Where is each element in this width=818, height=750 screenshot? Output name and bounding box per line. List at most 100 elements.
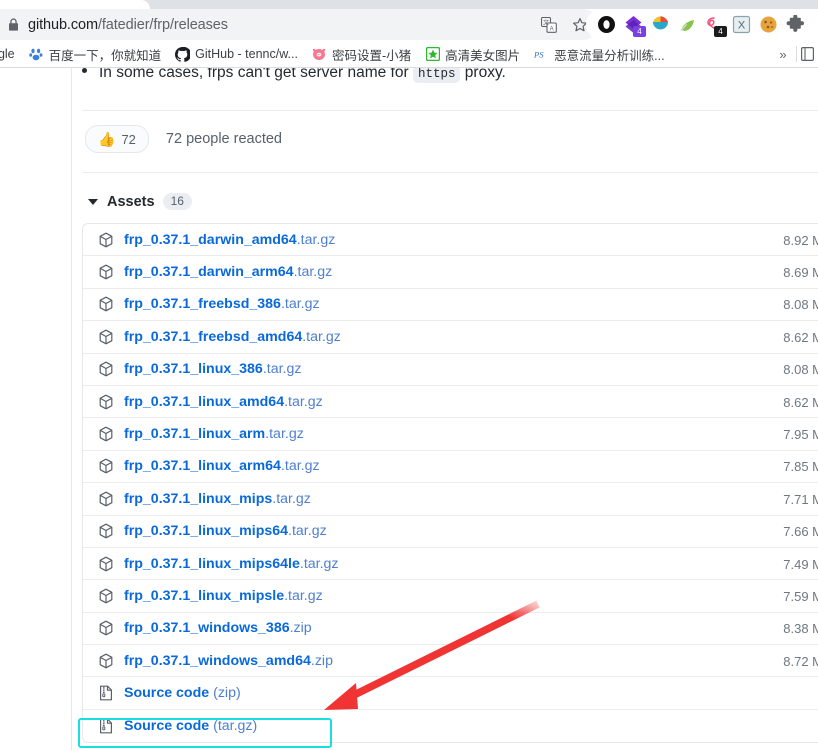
pig-icon	[312, 47, 327, 62]
bookmark-label: 恶意流量分析训练...	[554, 48, 665, 63]
extension-purple-diamond-icon[interactable]: 4	[623, 15, 646, 37]
caret-down-icon[interactable]	[88, 198, 98, 205]
bookmark-password-settings[interactable]: 密码设置-小猪	[305, 43, 418, 65]
asset-extension: .tar.gz	[280, 296, 320, 313]
assets-list: frp_0.37.1_darwin_amd64.tar.gz8.92 Mfrp_…	[82, 223, 818, 744]
asset-filename: frp_0.37.1_linux_386	[124, 361, 263, 378]
asset-size: 7.71 M	[783, 491, 818, 507]
asset-row[interactable]: frp_0.37.1_linux_mipsle.tar.gz 7.59 M	[83, 580, 818, 613]
extension-colorful-drop-icon[interactable]	[650, 15, 670, 35]
asset-size: 8.08 M	[783, 362, 818, 378]
asset-link[interactable]: Source code (tar.gz)	[124, 718, 257, 734]
asset-extension: (tar.gz)	[209, 718, 258, 735]
asset-extension: .tar.gz	[265, 426, 304, 443]
asset-extension: .tar.gz	[293, 264, 333, 281]
extension-x-square-icon[interactable]: X	[731, 15, 751, 35]
asset-row[interactable]: Source code (zip)	[83, 677, 818, 710]
asset-link[interactable]: frp_0.37.1_linux_mipsle.tar.gz	[124, 588, 323, 604]
asset-link[interactable]: frp_0.37.1_windows_amd64.zip	[124, 653, 333, 669]
asset-size: 8.92 M	[783, 232, 818, 248]
asset-extension: .tar.gz	[280, 458, 320, 475]
asset-link[interactable]: frp_0.37.1_darwin_arm64.tar.gz	[124, 264, 332, 280]
lock-icon	[6, 18, 20, 32]
asset-extension: .tar.gz	[296, 231, 336, 248]
asset-filename: frp_0.37.1_linux_arm64	[124, 458, 281, 475]
asset-link[interactable]: frp_0.37.1_linux_arm64.tar.gz	[124, 458, 320, 474]
asset-filename: frp_0.37.1_freebsd_amd64	[124, 328, 303, 345]
asset-link[interactable]: frp_0.37.1_darwin_amd64.tar.gz	[124, 232, 335, 248]
asset-filename: frp_0.37.1_linux_arm	[124, 426, 266, 443]
asset-filename: frp_0.37.1_windows_amd64	[124, 652, 311, 669]
asset-row[interactable]: frp_0.37.1_linux_386.tar.gz 8.08 M	[83, 354, 818, 386]
asset-row[interactable]: frp_0.37.1_freebsd_386.tar.gz 8.08 M	[83, 289, 818, 322]
package-icon	[97, 264, 114, 281]
extension-black-ring-icon[interactable]	[596, 15, 616, 35]
asset-row[interactable]: frp_0.37.1_darwin_arm64.tar.gz 8.69 M	[83, 256, 818, 289]
asset-row[interactable]: frp_0.37.1_windows_386.zip 8.38 M	[83, 613, 818, 646]
asset-filename: frp_0.37.1_windows_386	[124, 620, 290, 637]
asset-row[interactable]: frp_0.37.1_freebsd_amd64.tar.gz 8.62 M	[83, 321, 818, 354]
bookmark-hd-images[interactable]: 高清美女图片	[418, 43, 527, 65]
bookmark-google[interactable]: ogle	[0, 43, 22, 65]
reaction-thumbsup-button[interactable]: 👍 72	[85, 125, 149, 153]
extension-badge: 4	[633, 25, 646, 37]
asset-row[interactable]: frp_0.37.1_linux_arm.tar.gz 7.95 M	[83, 418, 818, 451]
reaction-count: 72	[121, 131, 136, 147]
asset-row[interactable]: frp_0.37.1_linux_mips64le.tar.gz 7.49 M	[83, 548, 818, 581]
active-tab[interactable]	[0, 0, 150, 9]
extension-cookie-icon[interactable]	[758, 15, 778, 35]
timeline-rail	[71, 68, 72, 750]
asset-link[interactable]: frp_0.37.1_linux_mips.tar.gz	[124, 491, 311, 507]
asset-link[interactable]: frp_0.37.1_linux_amd64.tar.gz	[124, 394, 323, 410]
asset-row[interactable]: frp_0.37.1_windows_amd64.zip 8.72 M	[83, 645, 818, 678]
asset-link[interactable]: frp_0.37.1_freebsd_amd64.tar.gz	[124, 329, 341, 345]
package-icon	[97, 328, 114, 345]
asset-row[interactable]: frp_0.37.1_darwin_amd64.tar.gz 8.92 M	[83, 224, 818, 257]
file-zip-icon	[97, 685, 114, 702]
release-note-bullet: In some cases, frps can't get server nam…	[82, 68, 722, 83]
asset-row[interactable]: frp_0.37.1_linux_amd64.tar.gz 8.62 M	[83, 386, 818, 419]
assets-header[interactable]: Assets 16	[88, 193, 192, 210]
asset-row[interactable]: frp_0.37.1_linux_mips64.tar.gz 7.66 M	[83, 516, 818, 548]
asset-link[interactable]: frp_0.37.1_freebsd_386.tar.gz	[124, 296, 320, 312]
extension-green-leaf-icon[interactable]	[677, 15, 697, 35]
asset-size: 7.49 M	[783, 556, 818, 572]
asset-filename: frp_0.37.1_linux_mips64	[124, 523, 289, 540]
assets-count-badge: 16	[162, 193, 192, 210]
extension-puzzle-piece-icon[interactable]	[785, 15, 805, 35]
asset-link[interactable]: frp_0.37.1_linux_386.tar.gz	[124, 361, 301, 377]
bookmark-traffic-analysis[interactable]: PS 恶意流量分析训练...	[527, 43, 671, 65]
asset-link[interactable]: frp_0.37.1_linux_mips64le.tar.gz	[124, 556, 339, 572]
asset-row[interactable]: frp_0.37.1_linux_arm64.tar.gz 7.85 M	[83, 451, 818, 484]
asset-size: 8.08 M	[783, 297, 818, 313]
address-bar[interactable]: github.com/fatedier/frp/releases 文 A	[0, 9, 598, 40]
assets-title: Assets	[107, 193, 155, 210]
svg-text:X: X	[737, 20, 745, 32]
asset-link[interactable]: frp_0.37.1_linux_mips64.tar.gz	[124, 523, 327, 539]
bookmark-github-tennc[interactable]: GitHub - tennc/w...	[168, 43, 305, 65]
asset-extension: .tar.gz	[272, 490, 311, 507]
bookmarks-bar: ogle 百度一下，你就知道 GitHub - tennc/w... 密码设置-…	[0, 40, 818, 68]
asset-filename: Source code	[124, 685, 210, 702]
asset-link[interactable]: frp_0.37.1_linux_arm.tar.gz	[124, 426, 304, 442]
bookmark-baidu[interactable]: 百度一下，你就知道	[22, 43, 169, 65]
asset-link[interactable]: frp_0.37.1_windows_386.zip	[124, 620, 312, 636]
browser-window: github.com/fatedier/frp/releases 文 A 4 4…	[0, 0, 818, 750]
page-content: In some cases, frps can't get server nam…	[0, 68, 818, 750]
asset-size: 7.59 M	[783, 588, 818, 604]
url-host: github.com	[28, 16, 98, 33]
bookmarks-overflow-button[interactable]: »	[774, 45, 792, 63]
divider-above-reactions	[82, 110, 818, 111]
asset-row[interactable]: Source code (tar.gz)	[83, 710, 818, 742]
asset-filename: frp_0.37.1_darwin_arm64	[124, 264, 294, 281]
asset-link[interactable]: Source code (zip)	[124, 685, 241, 701]
translate-icon[interactable]: 文 A	[540, 16, 557, 33]
asset-row[interactable]: frp_0.37.1_linux_mips.tar.gz 7.71 M	[83, 483, 818, 516]
asset-extension: .zip	[310, 652, 333, 669]
extensions-toolbar: 4 4 X	[586, 9, 818, 40]
extension-red-loop-icon[interactable]: 4	[704, 15, 727, 37]
file-zip-icon	[97, 718, 114, 735]
reading-list-icon[interactable]	[799, 45, 816, 63]
package-icon	[97, 523, 114, 540]
asset-size: 7.95 M	[783, 427, 818, 443]
